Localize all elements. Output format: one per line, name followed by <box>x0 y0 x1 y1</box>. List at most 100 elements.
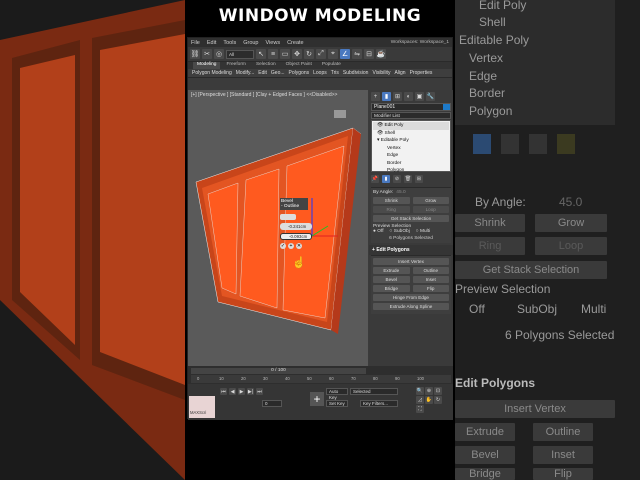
bevel-button[interactable]: Bevel <box>373 276 410 283</box>
pin-stack-icon[interactable]: 📌 <box>371 175 379 183</box>
pan-icon[interactable]: ✋ <box>425 396 433 404</box>
tab-object-paint[interactable]: Object Paint <box>282 62 316 69</box>
bridge-button[interactable]: Bridge <box>373 285 410 292</box>
mirror-icon[interactable]: ⇋ <box>352 49 362 59</box>
maximize-viewport-icon[interactable]: ⛶ <box>416 405 424 413</box>
play-icon[interactable]: ▶ <box>238 388 245 395</box>
tab-freeform[interactable]: Freeform <box>222 62 249 69</box>
rotate-icon[interactable]: ↻ <box>304 49 314 59</box>
hierarchy-tab-icon[interactable]: ⊞ <box>393 92 402 101</box>
field-of-view-icon[interactable]: ◿ <box>416 396 424 404</box>
ribbon-visibility[interactable]: Visibility <box>372 70 390 76</box>
preview-multi-radio[interactable]: ○ Multi <box>416 229 430 234</box>
extrude-button[interactable]: Extrude <box>373 267 410 274</box>
create-tab-icon[interactable]: + <box>371 92 380 101</box>
go-to-end-icon[interactable]: ⏭ <box>256 388 263 395</box>
ribbon-align[interactable]: Align <box>394 70 405 76</box>
stack-item-edge[interactable]: Edge <box>373 152 449 160</box>
ribbon-tris[interactable]: Tris <box>331 70 339 76</box>
unlink-icon[interactable]: ✂ <box>202 49 212 59</box>
tab-modeling[interactable]: Modeling <box>193 62 221 69</box>
ribbon-modify[interactable]: Modify... <box>236 70 255 76</box>
flip-button[interactable]: Flip <box>412 285 449 292</box>
frame-field[interactable]: 0 <box>262 400 282 407</box>
scale-icon[interactable]: ⤢ <box>316 49 326 59</box>
move-icon[interactable]: ✥ <box>292 49 302 59</box>
motion-tab-icon[interactable]: ◐ <box>404 92 413 101</box>
outline-button[interactable]: Outline <box>412 267 449 274</box>
menu-views[interactable]: Views <box>266 40 281 46</box>
menu-tools[interactable]: Tools <box>223 40 236 46</box>
snap-icon[interactable]: ⌖ <box>328 49 338 59</box>
stack-item-shell[interactable]: 👁 Shell <box>373 130 449 138</box>
utilities-tab-icon[interactable]: 🔧 <box>426 92 435 101</box>
set-key-button[interactable]: Set Key <box>326 400 348 407</box>
zoom-all-icon[interactable]: ⊕ <box>425 387 433 395</box>
edit-polygons-header[interactable]: + Edit Polygons <box>369 245 453 255</box>
angle-value[interactable]: 45.0 <box>396 190 405 195</box>
bind-icon[interactable]: ◎ <box>214 49 224 59</box>
shrink-button[interactable]: Shrink <box>373 197 410 204</box>
prev-frame-icon[interactable]: ◀ <box>229 388 236 395</box>
object-color-swatch[interactable] <box>443 104 450 110</box>
orbit-icon[interactable]: ↻ <box>434 396 442 404</box>
ribbon-polygons[interactable]: Polygons <box>289 70 310 76</box>
stack-item-vertex[interactable]: Vertex <box>373 145 449 153</box>
select-by-name-icon[interactable]: ≡ <box>268 49 278 59</box>
loop-button[interactable]: Loop <box>412 206 449 213</box>
select-icon[interactable]: ↖ <box>256 49 266 59</box>
align-icon[interactable]: ⊟ <box>364 49 374 59</box>
go-to-start-icon[interactable]: ⏮ <box>220 388 227 395</box>
remove-modifier-icon[interactable]: 🗑 <box>404 175 412 183</box>
stack-item-edit-poly[interactable]: 👁 Edit Poly <box>373 122 449 130</box>
zoom-icon[interactable]: 🔍 <box>416 387 424 395</box>
menu-create[interactable]: Create <box>287 40 304 46</box>
show-end-result-icon[interactable]: ▮ <box>382 175 390 183</box>
ribbon-properties[interactable]: Properties <box>410 70 433 76</box>
selection-filter-dropdown[interactable]: All <box>226 49 254 59</box>
key-filters-button[interactable]: Key Filters... <box>360 400 398 407</box>
selected-dropdown[interactable]: Selected <box>350 388 398 395</box>
caddy-height-field[interactable]: -0.241cm <box>280 223 312 230</box>
auto-key-button[interactable]: Auto Key <box>326 388 348 400</box>
render-icon[interactable]: ☕ <box>376 49 386 59</box>
ribbon-edit[interactable]: Edit <box>258 70 267 76</box>
next-frame-icon[interactable]: ▶| <box>247 388 254 395</box>
make-unique-icon[interactable]: ⊘ <box>393 175 401 183</box>
track-bar[interactable]: 0 10 20 30 40 50 60 70 80 90 100 <box>191 375 451 383</box>
configure-sets-icon[interactable]: ⊞ <box>415 175 423 183</box>
caddy-apply-icon[interactable]: + <box>288 243 294 249</box>
object-name-field[interactable]: Plane001 <box>371 103 451 111</box>
bevel-caddy[interactable]: Bevel - Outline -0.241cm -0.093cm ✓ + ✕ <box>280 198 320 256</box>
inset-button[interactable]: Inset <box>412 276 449 283</box>
maxscript-listener[interactable]: MAXScri <box>189 396 215 418</box>
time-slider[interactable]: 0 / 100 <box>191 368 366 374</box>
tab-populate[interactable]: Populate <box>318 62 345 69</box>
hinge-from-edge-button[interactable]: Hinge From Edge <box>373 294 449 301</box>
caddy-type-button[interactable] <box>280 214 296 220</box>
ribbon-polygon-modeling[interactable]: Polygon Modeling <box>192 70 232 76</box>
preview-off-radio[interactable]: ● Off <box>373 229 384 234</box>
tab-selection[interactable]: Selection <box>252 62 280 69</box>
display-tab-icon[interactable]: ▣ <box>415 92 424 101</box>
by-angle-label[interactable]: By Angle: <box>373 190 393 195</box>
insert-vertex-button[interactable]: Insert Vertex <box>373 258 449 265</box>
preview-subobj-radio[interactable]: ○ SubObj <box>390 229 410 234</box>
modifier-list-dropdown[interactable]: Modifier List <box>371 112 451 119</box>
caddy-cancel-icon[interactable]: ✕ <box>296 243 302 249</box>
menu-group[interactable]: Group <box>243 40 258 46</box>
ring-button[interactable]: Ring <box>373 206 410 213</box>
link-icon[interactable]: ⛓ <box>190 49 200 59</box>
perspective-viewport[interactable]: [+] [Perspective ] [Standard ] [Clay + E… <box>188 90 368 366</box>
workspace-selector[interactable]: Workspaces: Workspace_1 <box>391 40 452 45</box>
rect-select-icon[interactable]: ▭ <box>280 49 290 59</box>
get-stack-selection-button[interactable]: Get Stack Selection <box>373 215 449 222</box>
grow-button[interactable]: Grow <box>412 197 449 204</box>
ribbon-loops[interactable]: Loops <box>313 70 327 76</box>
add-key-icon[interactable]: + <box>310 392 324 406</box>
menu-edit[interactable]: Edit <box>207 40 216 46</box>
menu-file[interactable]: File <box>191 40 200 46</box>
caddy-ok-icon[interactable]: ✓ <box>280 243 286 249</box>
caddy-outline-field[interactable]: -0.093cm <box>280 233 312 240</box>
stack-item-border[interactable]: Border <box>373 160 449 168</box>
